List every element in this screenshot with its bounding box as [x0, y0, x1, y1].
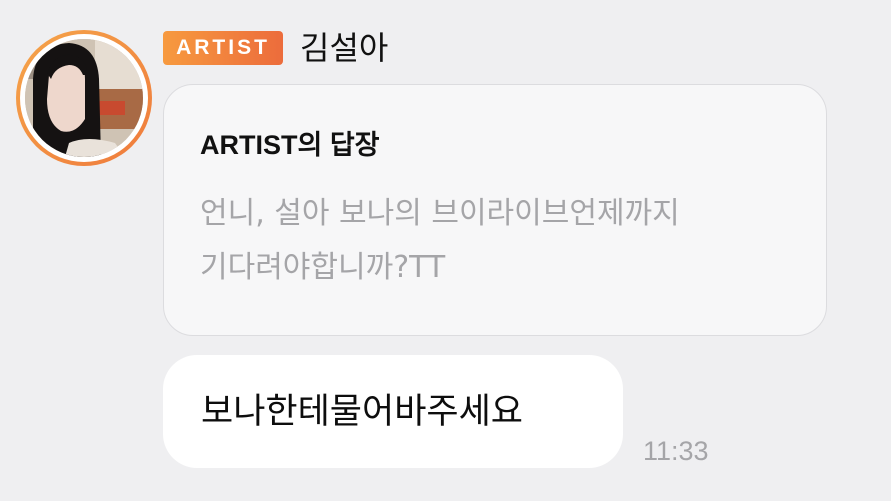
reply-quoted-message: 언니, 설아 보나의 브이라이브언제까지 기다려야합니까?TT	[200, 187, 800, 295]
reply-title: ARTIST의 답장	[200, 130, 380, 160]
sender-name: 김설아	[300, 29, 389, 67]
reply-quoted-line: 기다려야합니까?TT	[200, 250, 446, 285]
avatar[interactable]	[16, 30, 152, 166]
reply-card[interactable]: ARTIST의 답장 언니, 설아 보나의 브이라이브언제까지 기다려야합니까?…	[163, 84, 827, 336]
avatar-photo	[25, 39, 143, 157]
message-timestamp: 11:33	[643, 436, 709, 466]
message-bubble[interactable]: 보나한테물어바주세요	[163, 355, 623, 468]
message-text: 보나한테물어바주세요	[201, 392, 524, 432]
artist-badge: ARTIST	[163, 31, 283, 65]
reply-quoted-line: 언니, 설아 보나의 브이라이브언제까지	[200, 196, 680, 231]
avatar-frame	[20, 34, 148, 162]
